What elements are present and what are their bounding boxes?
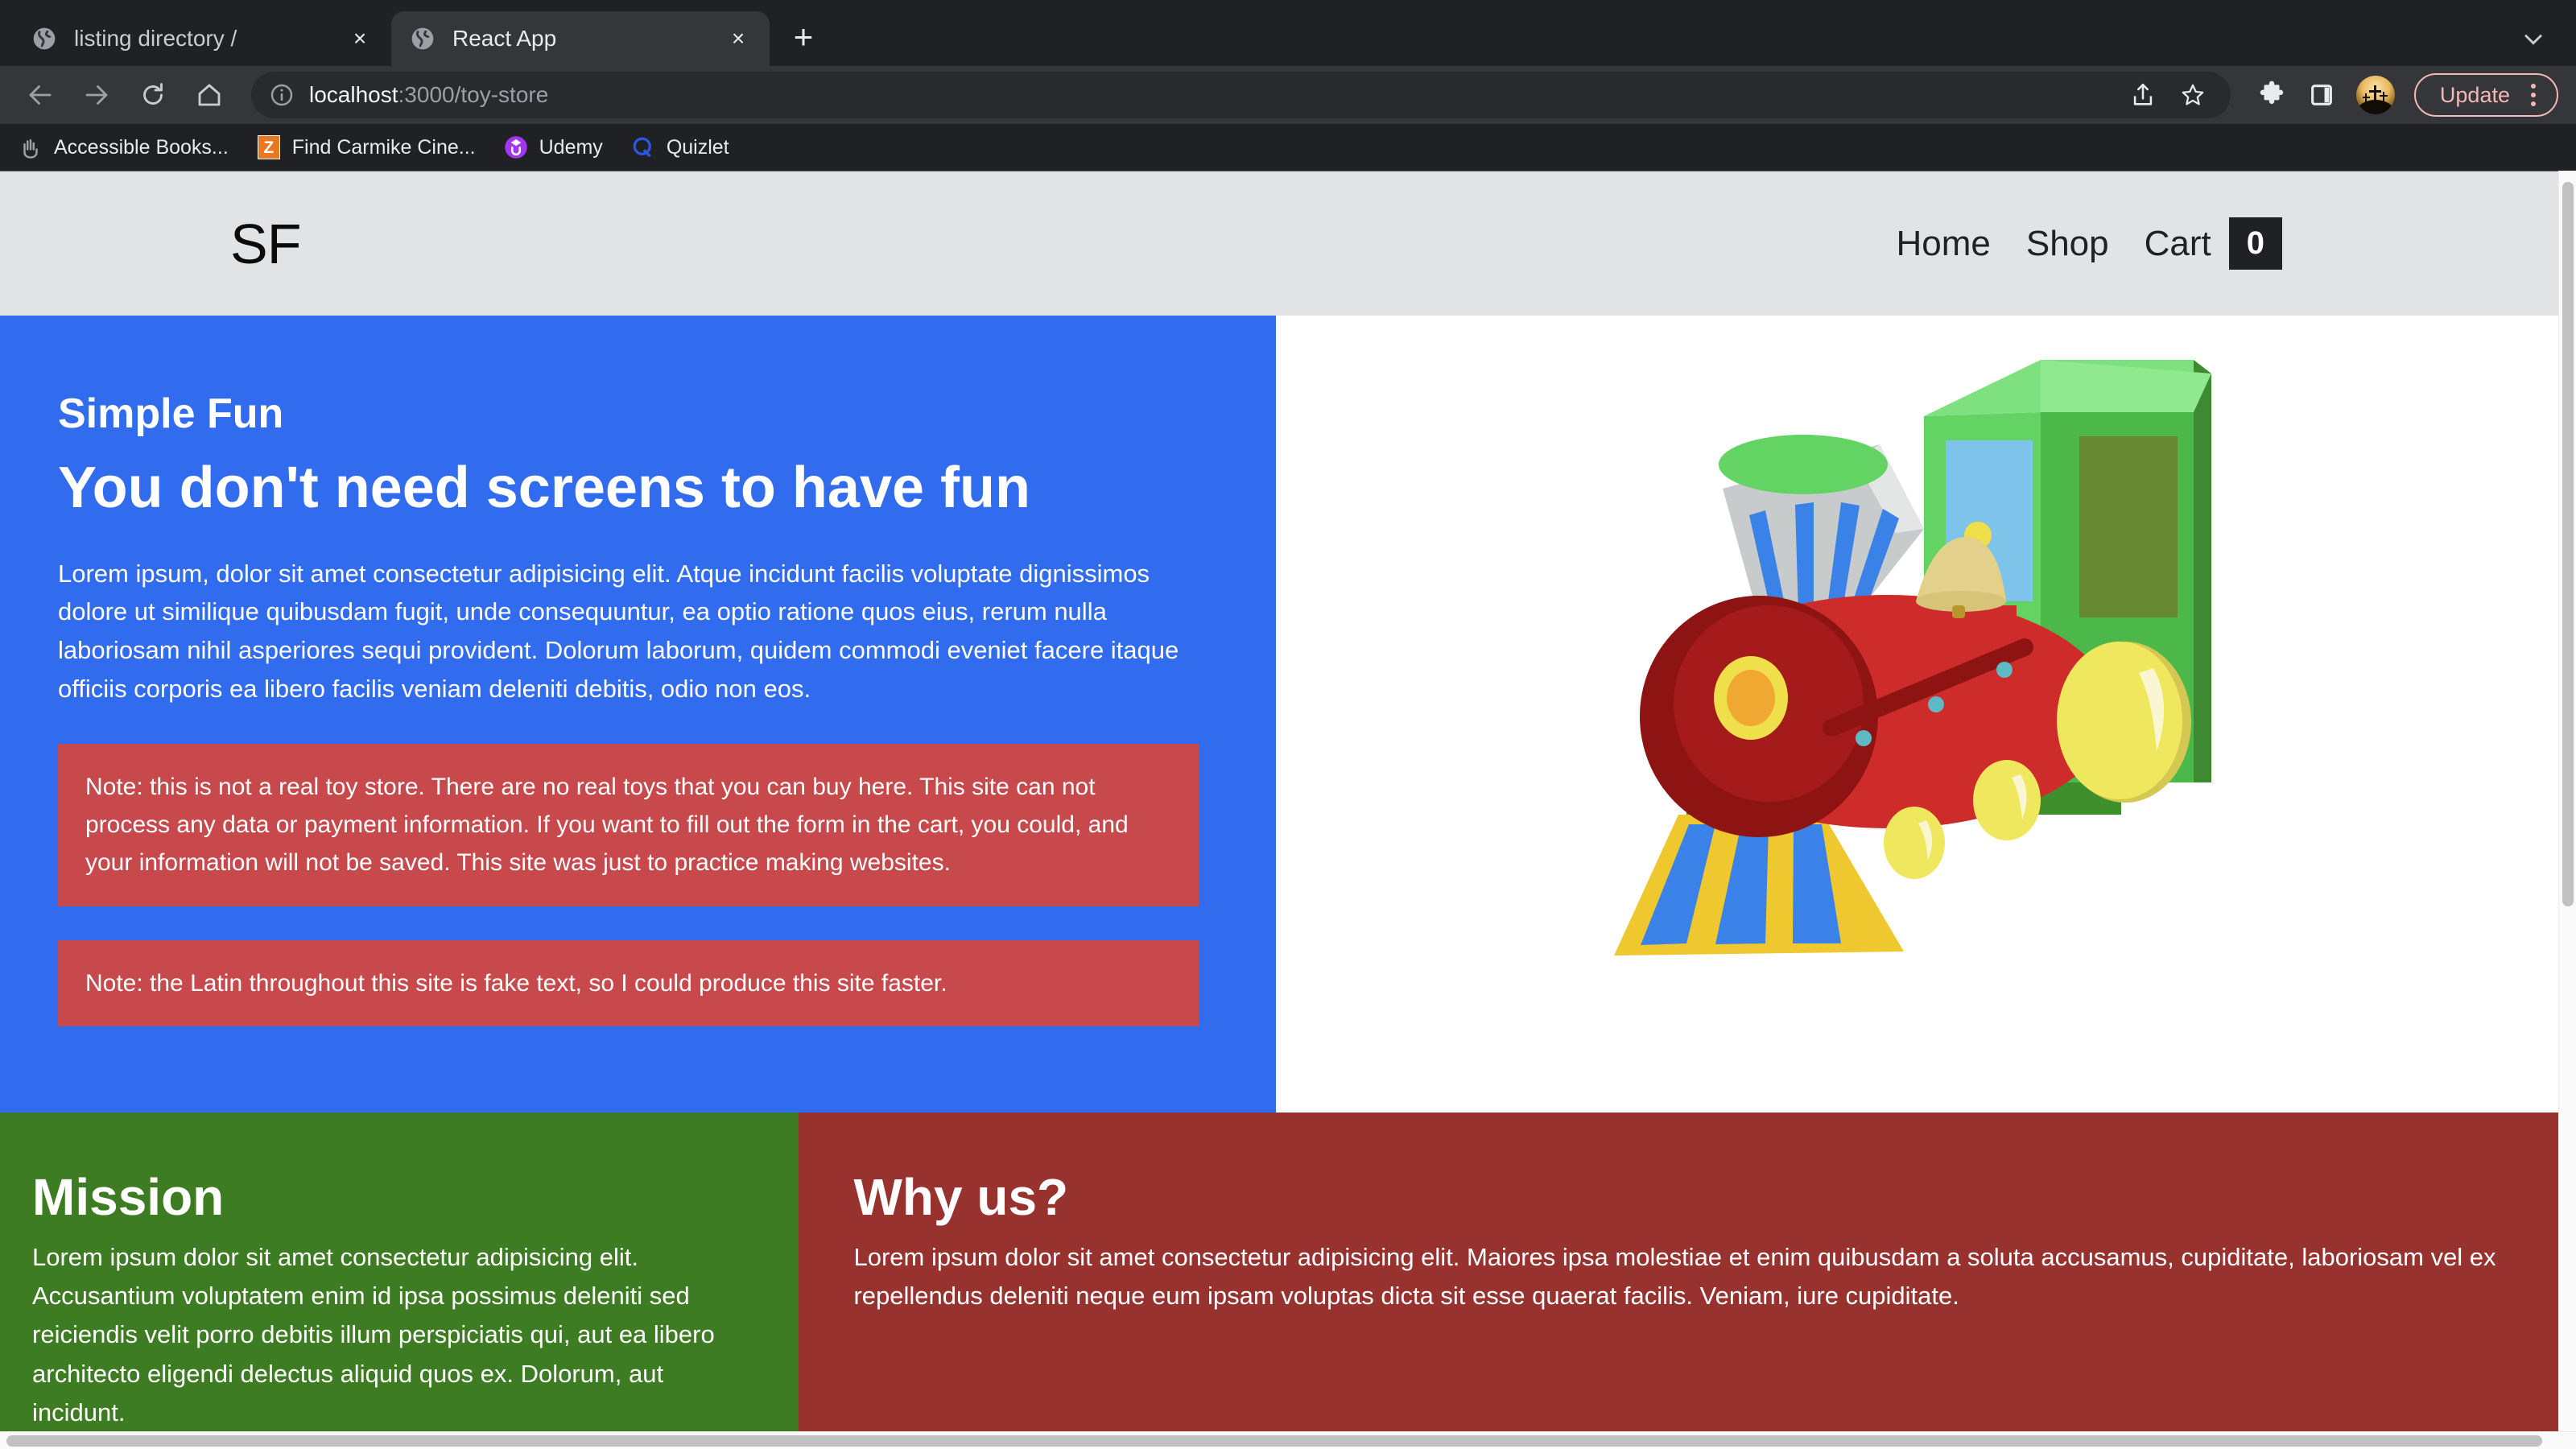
bookmark-accessible-books[interactable]: Accessible Books...: [18, 134, 229, 160]
bookmarks-bar: Accessible Books... Z Find Carmike Cine.…: [0, 124, 2576, 171]
address-bar[interactable]: localhost:3000/toy-store: [251, 72, 2231, 118]
bookmark-star-icon[interactable]: [2171, 73, 2215, 117]
url-host: localhost: [309, 82, 398, 107]
vertical-scrollbar[interactable]: [2558, 171, 2576, 1431]
url-path: :3000/toy-store: [398, 82, 549, 107]
section-body: Lorem ipsum dolor sit amet consectetur a…: [853, 1243, 2496, 1311]
address-bar-url: localhost:3000/toy-store: [309, 82, 548, 108]
vertical-scrollbar-thumb[interactable]: [2562, 182, 2574, 906]
browser-toolbar: localhost:3000/toy-store Update: [0, 66, 2576, 124]
bookmark-label: Quizlet: [666, 135, 729, 159]
extensions-puzzle-icon[interactable]: [2250, 73, 2293, 117]
update-button-label: Update: [2439, 82, 2510, 107]
omnibox-actions: [2115, 73, 2215, 117]
nav-link-home[interactable]: Home: [1896, 224, 1990, 264]
bookmark-find-carmike-cinemas[interactable]: Z Find Carmike Cine...: [256, 134, 476, 160]
hand-icon: [18, 134, 43, 160]
close-icon[interactable]: ×: [724, 25, 752, 52]
cart-count-badge: 0: [2228, 217, 2282, 270]
section-heading: Mission: [32, 1168, 225, 1226]
side-panel-icon[interactable]: [2300, 73, 2343, 117]
avatar[interactable]: [2355, 76, 2395, 114]
site-header: SF Home Shop Cart 0: [0, 171, 2558, 316]
tab-title: React App: [452, 26, 557, 51]
section-heading: Why us?: [853, 1168, 1069, 1226]
update-button[interactable]: Update: [2413, 73, 2558, 117]
bookmark-label: Find Carmike Cine...: [291, 135, 476, 159]
browser-window: listing directory / × React App × + loca…: [0, 0, 2576, 1449]
tab-title: listing directory /: [74, 26, 237, 51]
bookmark-label: Udemy: [539, 135, 603, 159]
new-tab-button[interactable]: +: [781, 16, 826, 61]
back-arrow-icon[interactable]: [18, 72, 63, 118]
chevron-down-icon[interactable]: [2505, 11, 2562, 66]
bookmark-quizlet[interactable]: Quizlet: [630, 134, 729, 160]
quizlet-icon: [630, 134, 656, 160]
close-icon[interactable]: ×: [346, 25, 374, 52]
nav-link-shop[interactable]: Shop: [2026, 224, 2109, 264]
page-viewport: SF Home Shop Cart 0 Simple Fun You don't…: [0, 171, 2576, 1449]
forward-arrow-icon[interactable]: [74, 72, 119, 118]
horizontal-scrollbar[interactable]: [0, 1431, 2576, 1449]
site-nav: Home Shop Cart 0: [1860, 217, 2552, 270]
bookmark-label: Accessible Books...: [54, 135, 229, 159]
site-info-icon[interactable]: [267, 80, 296, 109]
home-icon[interactable]: [187, 72, 232, 118]
horizontal-scrollbar-thumb[interactable]: [6, 1435, 2542, 1447]
tab-react-app[interactable]: React App ×: [391, 11, 770, 66]
tab-strip: listing directory / × React App × +: [0, 0, 2576, 66]
nav-link-cart[interactable]: Cart: [2145, 224, 2211, 264]
toy-store-page: SF Home Shop Cart 0 Simple Fun You don't…: [0, 171, 2558, 1431]
bookmark-udemy[interactable]: Udemy: [503, 134, 603, 160]
udemy-icon: [503, 134, 529, 160]
hero-section: Simple Fun You don't need screens to hav…: [0, 316, 2558, 1113]
globe-icon: [31, 25, 58, 52]
section-why-us: Why us? Lorem ipsum dolor sit amet conse…: [799, 1113, 2558, 1431]
hero-image-panel: [1276, 316, 2558, 1113]
section-body: Lorem ipsum dolor sit amet consectetur a…: [32, 1243, 715, 1426]
reload-icon[interactable]: [130, 72, 175, 118]
bottom-sections: Mission Lorem ipsum dolor sit amet conse…: [0, 1113, 2558, 1431]
hero-title: You don't need screens to have fun: [58, 456, 1030, 520]
share-icon[interactable]: [2121, 73, 2165, 117]
z-icon: Z: [256, 134, 282, 160]
globe-icon: [409, 25, 436, 52]
note-disclaimer-store: Note: this is not a real toy store. Ther…: [58, 743, 1199, 906]
hero-eyebrow: Simple Fun: [58, 390, 284, 437]
note-disclaimer-latin: Note: the Latin throughout this site is …: [58, 939, 1199, 1027]
three-dot-menu-icon[interactable]: [2531, 84, 2536, 106]
section-mission: Mission Lorem ipsum dolor sit amet conse…: [0, 1113, 799, 1431]
hero-text-panel: Simple Fun You don't need screens to hav…: [0, 316, 1276, 1113]
tab-listing-directory[interactable]: listing directory / ×: [13, 11, 391, 66]
toy-train-illustration: [1614, 360, 2211, 956]
hero-body-text: Lorem ipsum, dolor sit amet consectetur …: [58, 559, 1179, 703]
site-logo[interactable]: SF: [230, 212, 301, 276]
